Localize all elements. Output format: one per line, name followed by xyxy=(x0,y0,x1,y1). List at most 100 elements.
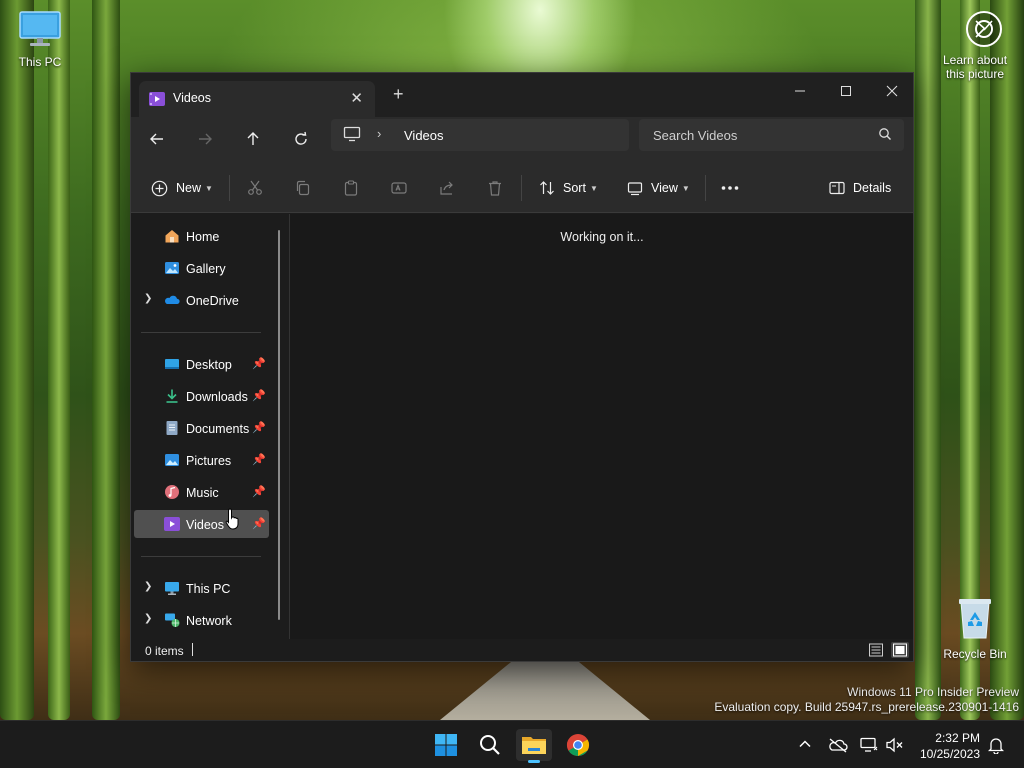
minimize-icon xyxy=(795,90,805,92)
minimize-button[interactable] xyxy=(777,79,823,105)
refresh-icon xyxy=(295,131,307,145)
navigation-pane: Home Gallery ❯ OneDrive Desktop 📌 Downlo… xyxy=(131,214,283,639)
close-button[interactable] xyxy=(869,79,915,105)
cut-icon xyxy=(248,180,262,195)
breadcrumb-separator-icon: › xyxy=(377,126,382,141)
sort-label: Sort xyxy=(563,181,586,195)
tab-videos[interactable]: Videos ✕ xyxy=(139,81,375,117)
search-icon xyxy=(879,128,891,140)
more-options-button[interactable] xyxy=(721,177,739,199)
maximize-button[interactable] xyxy=(823,79,869,105)
monitor-icon xyxy=(19,11,61,46)
taskbar-chrome[interactable] xyxy=(560,729,596,761)
chevron-right-icon[interactable]: ❯ xyxy=(144,581,152,592)
nav-item-onedrive[interactable]: ❯ OneDrive xyxy=(134,286,269,314)
cut-button[interactable] xyxy=(247,177,263,199)
command-bar: New ▼ Sort ▼ View ▼ Details xyxy=(131,161,913,213)
rename-button[interactable] xyxy=(391,177,407,199)
tiles-view-button[interactable] xyxy=(891,642,909,658)
toolbar-divider xyxy=(705,175,706,201)
desktop-icon-label: This PC xyxy=(18,55,62,69)
volume-muted-icon[interactable] xyxy=(886,737,904,753)
forward-button[interactable] xyxy=(193,128,217,150)
nav-item-this-pc[interactable]: ❯ This PC xyxy=(134,574,269,602)
pictures-icon xyxy=(165,454,179,466)
start-button[interactable] xyxy=(428,729,464,761)
chevron-right-icon[interactable]: ❯ xyxy=(144,293,152,304)
nav-item-downloads[interactable]: Downloads 📌 xyxy=(134,382,269,410)
details-pane-button[interactable]: Details xyxy=(829,177,891,199)
bell-icon[interactable] xyxy=(988,736,1004,754)
network-status-icon[interactable] xyxy=(860,737,878,753)
copy-button[interactable] xyxy=(295,177,311,199)
address-bar[interactable]: › Videos xyxy=(331,119,629,151)
gallery-icon xyxy=(165,262,179,274)
nav-item-label: Videos xyxy=(186,518,224,532)
nav-item-documents[interactable]: Documents 📌 xyxy=(134,414,269,442)
pin-icon[interactable]: 📌 xyxy=(252,453,266,466)
learn-about-label-2: this picture xyxy=(945,67,1005,81)
nav-item-home[interactable]: Home xyxy=(134,222,269,250)
breadcrumb-videos[interactable]: Videos xyxy=(404,128,444,143)
nav-item-videos[interactable]: Videos 📌 xyxy=(134,510,269,538)
chevron-right-icon[interactable]: ❯ xyxy=(144,613,152,624)
system-clock[interactable]: 2:32 PM 10/25/2023 xyxy=(920,730,980,762)
title-bar[interactable]: Videos ✕ + xyxy=(131,73,913,117)
up-arrow-icon xyxy=(247,132,259,145)
taskbar-search-button[interactable] xyxy=(472,729,508,761)
sort-icon xyxy=(540,181,554,195)
details-view-button[interactable] xyxy=(868,642,886,658)
pin-icon[interactable]: 📌 xyxy=(252,485,266,498)
rename-icon xyxy=(391,182,407,194)
pin-icon[interactable]: 📌 xyxy=(252,389,266,402)
nav-item-network[interactable]: ❯ Network xyxy=(134,606,269,634)
back-button[interactable] xyxy=(145,128,169,150)
nav-scrollbar[interactable] xyxy=(278,230,280,620)
nav-item-gallery[interactable]: Gallery xyxy=(134,254,269,282)
copy-icon xyxy=(296,180,310,196)
chevron-up-icon[interactable] xyxy=(798,737,812,751)
new-tab-icon[interactable]: + xyxy=(393,85,404,103)
file-explorer-window: Videos ✕ + › Videos Search Videos New ▼ … xyxy=(130,72,914,662)
pin-icon[interactable]: 📌 xyxy=(252,517,266,530)
close-tab-icon[interactable]: ✕ xyxy=(350,89,363,107)
nav-item-pictures[interactable]: Pictures 📌 xyxy=(134,446,269,474)
search-box[interactable]: Search Videos xyxy=(639,119,904,151)
up-button[interactable] xyxy=(241,128,265,150)
nav-item-label: Documents xyxy=(186,422,250,436)
navigation-bar: › Videos Search Videos xyxy=(131,117,913,161)
toolbar-divider xyxy=(521,175,522,201)
nav-item-desktop[interactable]: Desktop 📌 xyxy=(134,350,269,378)
paste-button[interactable] xyxy=(343,177,359,199)
start-icon xyxy=(435,734,457,756)
pin-icon[interactable]: 📌 xyxy=(252,421,266,434)
nav-item-label: Desktop xyxy=(186,358,232,372)
maximize-icon xyxy=(841,86,851,96)
taskbar-file-explorer[interactable] xyxy=(516,729,552,763)
share-icon xyxy=(440,181,453,195)
recycle-bin-icon xyxy=(959,599,991,639)
desktop-icon-label: Recycle Bin xyxy=(943,647,1007,661)
file-list-area[interactable]: Working on it... xyxy=(289,214,913,639)
active-indicator xyxy=(528,760,540,763)
sort-button[interactable]: Sort ▼ xyxy=(539,177,598,199)
nav-item-label: Network xyxy=(186,614,232,628)
learn-about-picture[interactable]: Learn about this picture xyxy=(938,10,1012,81)
refresh-button[interactable] xyxy=(289,128,313,150)
close-icon xyxy=(886,85,898,97)
watermark-line-1: Windows 11 Pro Insider Preview xyxy=(847,685,1019,699)
chrome-icon xyxy=(567,734,589,756)
desktop-icon-this-pc[interactable]: This PC xyxy=(14,10,66,69)
onedrive-offline-icon[interactable] xyxy=(828,737,848,753)
new-label: New xyxy=(176,181,202,195)
pin-icon[interactable]: 📌 xyxy=(252,357,266,370)
chevron-down-icon: ▼ xyxy=(205,183,213,193)
details-view-icon xyxy=(869,643,883,657)
new-button[interactable]: New ▼ xyxy=(151,177,213,199)
view-button[interactable]: View ▼ xyxy=(627,177,690,199)
delete-button[interactable] xyxy=(487,177,503,199)
nav-item-music[interactable]: Music 📌 xyxy=(134,478,269,506)
share-button[interactable] xyxy=(439,177,455,199)
forward-arrow-icon xyxy=(199,133,212,145)
desktop-icon-recycle-bin[interactable]: Recycle Bin xyxy=(940,596,1010,661)
